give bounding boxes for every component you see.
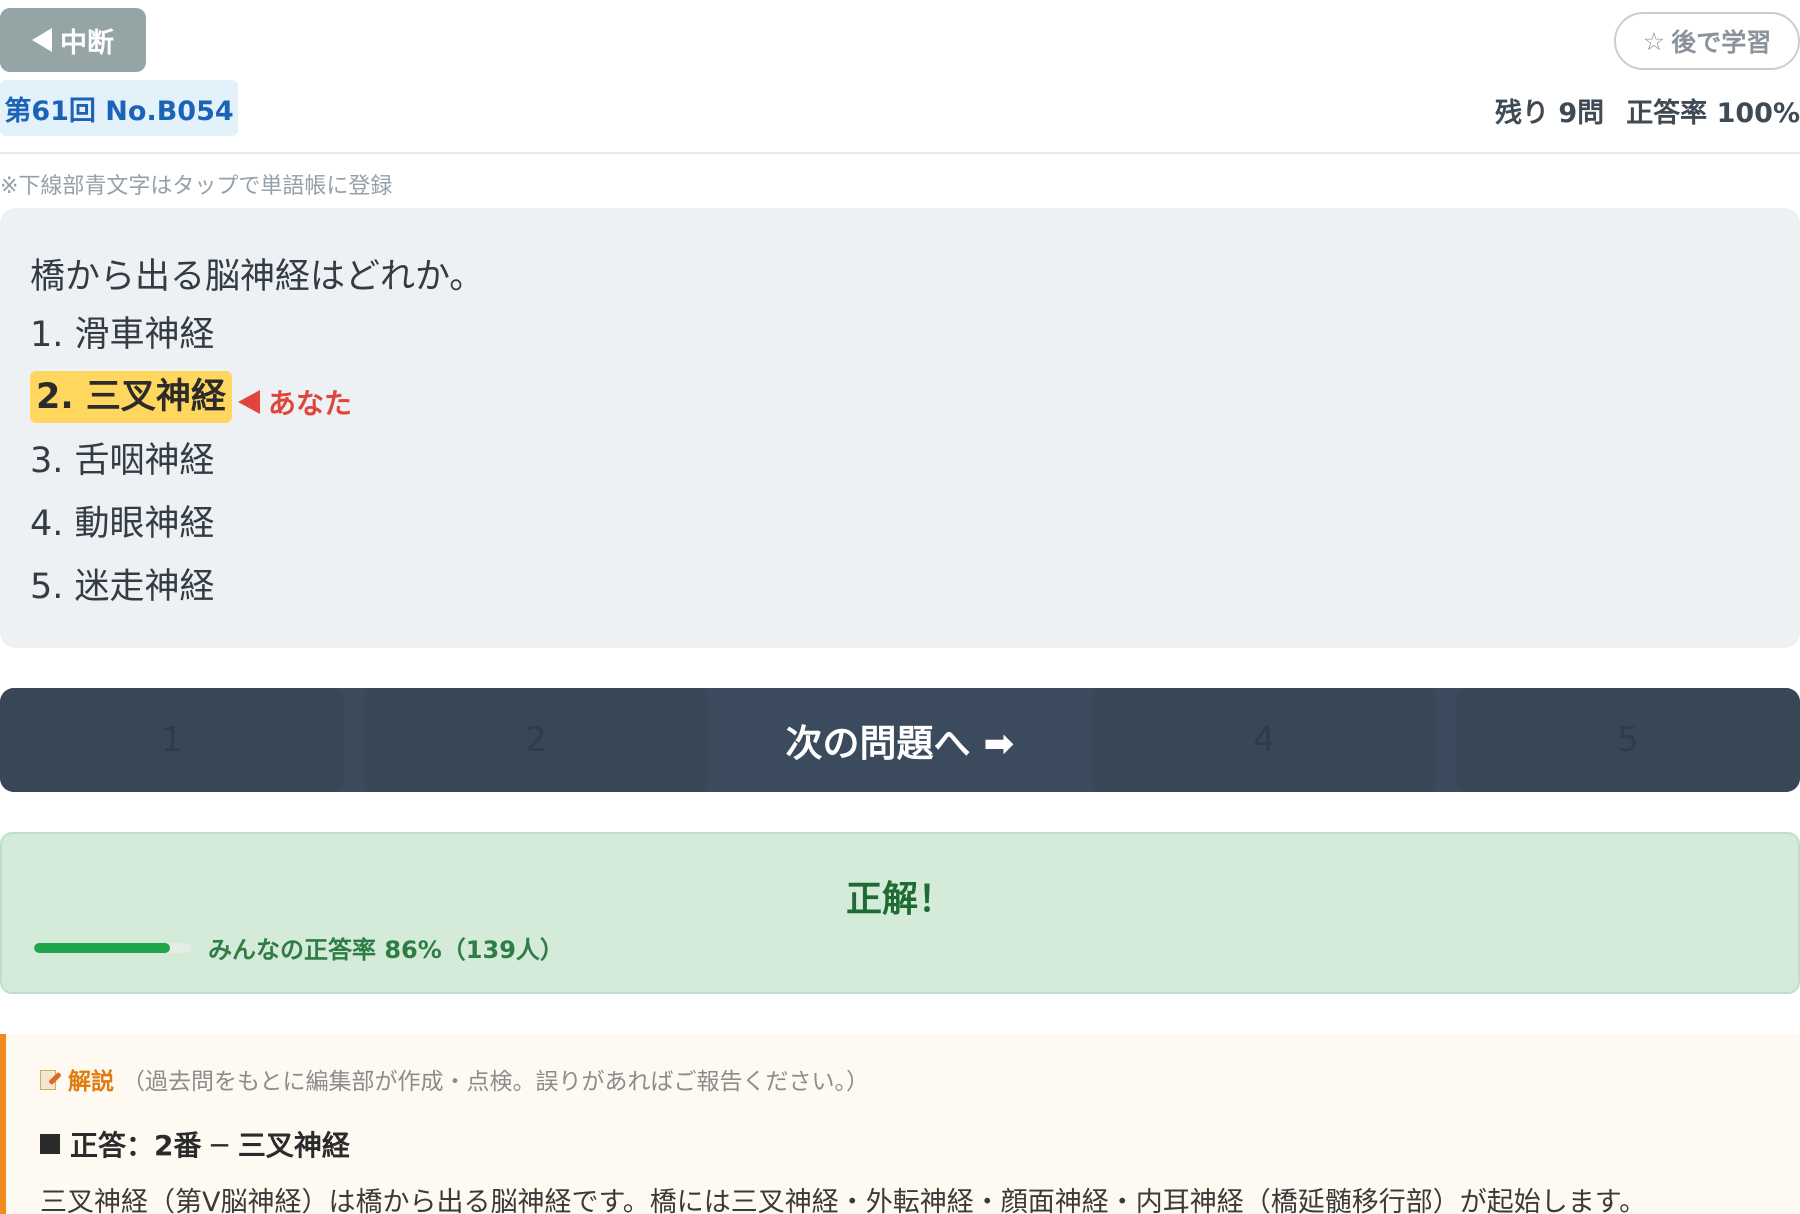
choice-5[interactable]: 5. 迷走神経 xyxy=(30,563,215,611)
square-icon xyxy=(40,1134,60,1154)
result-title: 正解！ xyxy=(845,879,954,920)
correct-answer-line: 正答：2番 ─ 三叉神経 xyxy=(40,1124,350,1164)
answer-slot-1: 1 xyxy=(0,688,344,792)
memo-icon xyxy=(40,1068,62,1090)
choice-4[interactable]: 4. 動眼神経 xyxy=(30,500,215,548)
choice-3[interactable]: 3. 舌咽神経 xyxy=(30,437,215,485)
back-triangle-icon xyxy=(32,28,52,52)
header-divider xyxy=(0,152,1800,154)
accuracy-rate: 正答率 100% xyxy=(1626,97,1800,129)
choice-2-selected[interactable]: 2. 三叉神経 xyxy=(30,371,232,423)
everyone-rate-row: みんなの正答率 86%（139人） xyxy=(34,930,564,965)
vocab-hint: ※下線部青文字はタップで単語帳に登録 xyxy=(0,174,393,199)
abort-label: 中断 xyxy=(60,27,114,59)
everyone-rate-bar xyxy=(34,942,192,953)
your-answer-marker: あなた xyxy=(238,382,352,422)
action-bar: 1 2 4 5 次の問題へ ➡ xyxy=(0,688,1800,792)
result-box: 正解！ みんなの正答率 86%（139人） xyxy=(0,832,1800,994)
study-later-label: 後で学習 xyxy=(1671,28,1772,57)
exam-id-badge: 第61回 No.B054 xyxy=(0,80,238,136)
question-card: 橋から出る脳神経はどれか。 1. 滑車神経 2. 三叉神経 あなた 3. 舌咽神… xyxy=(0,208,1800,648)
correct-answer-text: 正答：2番 ─ 三叉神経 xyxy=(70,1129,350,1162)
star-icon: ☆ xyxy=(1642,26,1666,56)
answer-slot-4: 4 xyxy=(1092,688,1436,792)
study-later-button[interactable]: ☆ 後で学習 xyxy=(1614,12,1800,70)
explanation-header: 解説 （過去問をもとに編集部が作成・点検。誤りがあればご報告ください。） xyxy=(40,1062,869,1096)
explanation-label: 解説 xyxy=(68,1069,114,1095)
remaining-count: 残り 9問 xyxy=(1495,97,1605,129)
explanation-body: 三叉神経（第V脳神経）は橋から出る脳神経です。橋には三叉神経・外転神経・顔面神経… xyxy=(40,1187,1647,1214)
progress-stats: 残り 9問 正答率 100% xyxy=(1495,88,1800,132)
answer-slot-2: 2 xyxy=(364,688,708,792)
answer-slot-5: 5 xyxy=(1456,688,1800,792)
quiz-page: 中断 ☆ 後で学習 第61回 No.B054 残り 9問 正答率 100% ※下… xyxy=(0,0,1800,1214)
explanation-disclaimer: （過去問をもとに編集部が作成・点検。誤りがあればご報告ください。） xyxy=(122,1069,870,1095)
everyone-rate-fill xyxy=(34,942,170,953)
question-text: 橋から出る脳神経はどれか。 xyxy=(30,257,485,297)
abort-button[interactable]: 中断 xyxy=(0,8,146,72)
explanation-panel: 解説 （過去問をもとに編集部が作成・点検。誤りがあればご報告ください。） 正答：… xyxy=(0,1034,1800,1214)
you-label: あなた xyxy=(268,387,353,420)
pointer-triangle-icon xyxy=(238,390,260,414)
everyone-rate-text: みんなの正答率 86%（139人） xyxy=(208,936,564,964)
next-question-button[interactable]: 次の問題へ ➡ xyxy=(728,688,1072,792)
next-question-label: 次の問題へ ➡ xyxy=(785,722,1015,765)
choice-1[interactable]: 1. 滑車神経 xyxy=(30,311,215,359)
